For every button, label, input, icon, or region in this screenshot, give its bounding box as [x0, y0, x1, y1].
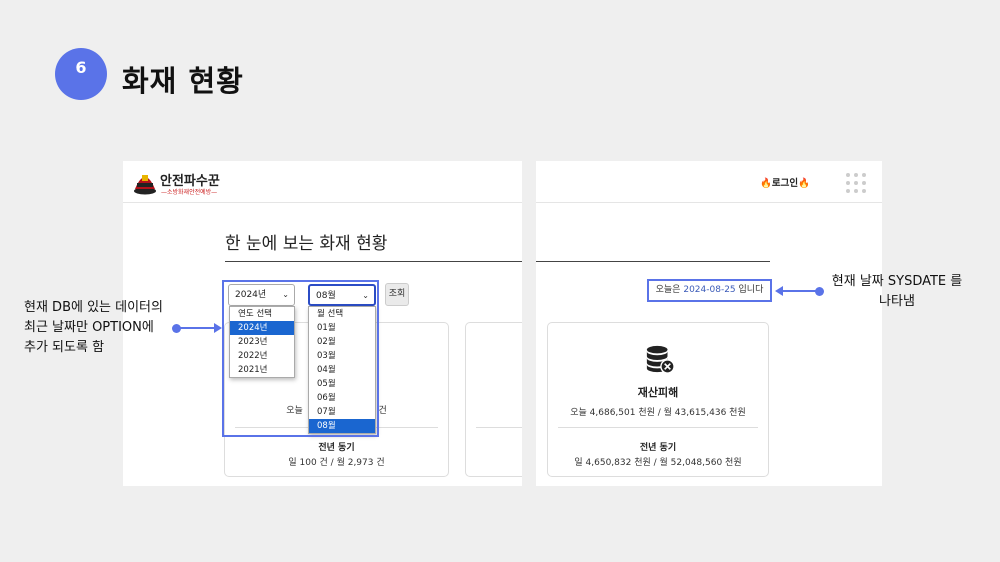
- annotation-line: 추가 되도록 함: [24, 340, 105, 355]
- slide-number-badge: 6: [55, 48, 107, 100]
- card-today-suffix: 건: [378, 406, 387, 416]
- app-header: 안전파수꾼 —소방화재안전예방—: [123, 161, 522, 203]
- card-prev-title: 전년 동기: [639, 443, 677, 453]
- right-annotation: 현재 날짜 SYSDATE 를 나타냄: [827, 272, 967, 312]
- card-divider: [558, 427, 758, 428]
- search-button[interactable]: 조회: [385, 283, 409, 306]
- card-divider: [476, 427, 522, 428]
- annotation-line: 나타냄: [879, 294, 915, 309]
- today-suffix: 입니다: [738, 285, 764, 295]
- app-header-right: 🔥로그인🔥: [536, 161, 882, 203]
- grid-menu-icon[interactable]: [846, 173, 868, 195]
- card-title: 재산피해: [637, 386, 679, 399]
- right-screenshot-panel: 🔥로그인🔥 오늘은 2024-08-25 입니다 재산피해 오늘 4,686,5…: [536, 161, 882, 486]
- connector-line: [782, 290, 818, 292]
- database-delete-icon: [646, 345, 675, 374]
- connector-line: [176, 327, 216, 329]
- card-prev-line: 일 100 건 / 월 2,973 건: [288, 458, 385, 468]
- login-link[interactable]: 🔥로그인🔥: [760, 175, 810, 189]
- login-label: 로그인: [771, 178, 799, 189]
- card-prev-line: 일 4,650,832 천원 / 월 52,048,560 천원: [574, 458, 742, 468]
- slide-title: 화재 현황: [122, 64, 244, 98]
- today-date-box: 오늘은 2024-08-25 입니다: [647, 279, 772, 302]
- page-heading: 한 눈에 보는 화재 현황: [225, 234, 388, 254]
- heading-divider: [225, 261, 522, 262]
- flame-icon: 🔥: [760, 178, 772, 189]
- slide-number: 6: [75, 57, 87, 77]
- annotation-line: 최근 날짜만 OPTION에: [24, 320, 154, 335]
- card-today-line: 오늘 4,686,501 천원 / 월 43,615,436 천원: [570, 408, 746, 418]
- annotation-line: 현재 DB에 있는 데이터의: [24, 300, 163, 315]
- today-date: 2024-08-25: [683, 285, 736, 295]
- arrowhead-right-icon: [214, 323, 222, 333]
- annotation-line: 현재 날짜 SYSDATE 를: [831, 274, 963, 289]
- dropdown-highlight-box: [222, 280, 379, 437]
- flame-icon: 🔥: [798, 178, 810, 189]
- partial-card: [465, 322, 522, 477]
- today-prefix: 오늘은: [655, 285, 681, 295]
- firefighter-helmet-logo-icon: [134, 175, 156, 195]
- app-logo-tagline: —소방화재안전예방—: [161, 189, 218, 196]
- card-prev-title: 전년 동기: [318, 443, 355, 453]
- property-damage-card: 재산피해 오늘 4,686,501 천원 / 월 43,615,436 천원 전…: [547, 322, 769, 477]
- arrowhead-left-icon: [775, 286, 783, 296]
- left-annotation: 현재 DB에 있는 데이터의 최근 날짜만 OPTION에 추가 되도록 함: [24, 298, 184, 358]
- heading-divider: [536, 261, 770, 262]
